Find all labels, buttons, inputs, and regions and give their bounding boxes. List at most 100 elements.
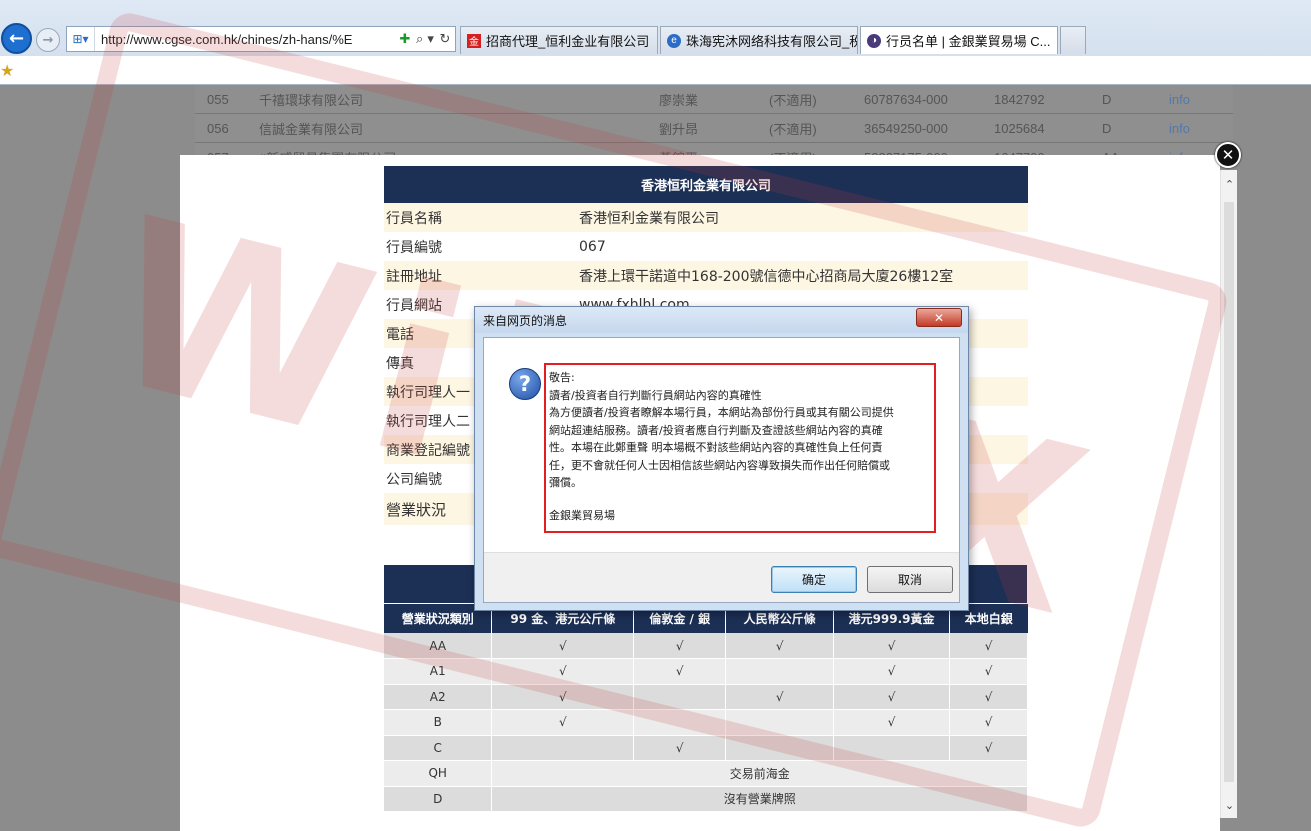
table-row: C √ √ (384, 735, 1028, 761)
member-phone: 60787634-000 (864, 91, 948, 107)
member-code: 1025684 (994, 120, 1045, 136)
navigation-row: ← → ⊞▾ http://www.cgse.com.hk/chines/zh-… (0, 22, 1311, 56)
member-code: 1842792 (994, 91, 1045, 107)
alert-dialog: 来自网页的消息 ✕ ? 敬告: 讀者/投資者自行判斷行員網站內容的真確性 為方便… (474, 306, 969, 611)
status-cell: √ (833, 709, 951, 736)
detail-value: 067 (579, 238, 606, 255)
compatibility-view-icon[interactable]: ✚ (395, 32, 415, 47)
status-cell: √ (949, 709, 1028, 736)
tab-label: 行员名单 | 金銀業貿易場 C... (886, 34, 1051, 49)
forward-button[interactable]: → (36, 28, 60, 52)
status-cell (725, 658, 835, 685)
member-info-link[interactable]: info (1157, 92, 1233, 107)
gold-favicon-icon: 金 (467, 33, 481, 48)
dialog-titlebar: 来自网页的消息 (475, 307, 968, 333)
message-line: 彌償。 (549, 476, 582, 489)
tab-zhuhai[interactable]: e 珠海宪沐网络科技有限公司_税... (660, 26, 858, 54)
cgse-favicon-icon: ◑ (867, 33, 881, 48)
status-cell: √ (949, 684, 1028, 710)
status-code: C (384, 735, 493, 761)
message-line: 讀者/投資者自行判斷行員網站內容的真確性 (549, 388, 762, 402)
status-cell (633, 684, 727, 710)
table-row: D 沒有營業牌照 (384, 786, 1028, 812)
status-cell: √ (633, 633, 727, 659)
detail-label: 行員編號 (386, 239, 442, 256)
search-dropdown-icon[interactable]: ⌕ ▾ (415, 32, 435, 47)
dialog-body: ? 敬告: 讀者/投資者自行判斷行員網站內容的真確性 為方便讀者/投資者瞭解本場… (483, 337, 960, 603)
member-number: 055 (207, 91, 229, 107)
dialog-message: 敬告: 讀者/投資者自行判斷行員網站內容的真確性 為方便讀者/投資者瞭解本場行員… (544, 363, 936, 533)
status-cell: √ (833, 684, 951, 710)
status-code: QH (384, 760, 493, 787)
status-merged-cell: 交易前海金 (491, 760, 1028, 787)
table-row: QH 交易前海金 (384, 760, 1028, 787)
member-name: 千禧環球有限公司 (259, 92, 364, 108)
table-row: 055 千禧環球有限公司 廖崇業 (不適用) 60787634-000 1842… (195, 85, 1233, 114)
status-cell (491, 735, 635, 761)
table-row: 056 信誠金業有限公司 劉升昂 (不適用) 36549250-000 1025… (195, 114, 1233, 143)
site-security-icon[interactable]: ⊞▾ (67, 27, 95, 51)
detail-row: 註冊地址 香港上環干諾道中168-200號信德中心招商局大廈26樓12室 (384, 261, 1028, 290)
member-person: 廖崇業 (659, 92, 699, 108)
status-cell (633, 709, 727, 736)
member-info-link[interactable]: info (1157, 121, 1233, 136)
detail-value: 香港恒利金業有限公司 (579, 210, 719, 227)
scroll-thumb[interactable] (1224, 202, 1234, 782)
status-code: A1 (384, 658, 493, 685)
status-merged-cell: 沒有營業牌照 (491, 786, 1028, 812)
favorites-star-icon[interactable]: ★ (0, 61, 14, 80)
cancel-button[interactable]: 取消 (867, 566, 953, 593)
status-code: A2 (384, 684, 493, 710)
browser-chrome: ← → ⊞▾ http://www.cgse.com.hk/chines/zh-… (0, 0, 1311, 85)
tab-member-list[interactable]: ◑ 行员名单 | 金銀業貿易場 C... ✕ (860, 26, 1058, 54)
status-cell: √ (949, 633, 1028, 659)
status-cell: √ (725, 684, 835, 710)
scroll-down-icon[interactable]: ⌄ (1221, 799, 1238, 812)
forward-arrow-icon: → (42, 32, 54, 48)
status-cell: √ (833, 633, 951, 659)
back-button[interactable]: ← (1, 23, 32, 54)
status-code: AA (384, 633, 493, 659)
tab-label: 珠海宪沐网络科技有限公司_税... (686, 34, 858, 49)
status-cell: √ (633, 735, 727, 761)
status-cell (833, 735, 951, 761)
favorites-bar: ★ (0, 56, 1311, 84)
ie-favicon-icon: e (667, 33, 681, 48)
detail-value: 香港上環干諾道中168-200號信德中心招商局大廈26樓12室 (579, 268, 954, 285)
dialog-title: 来自网页的消息 (483, 313, 568, 328)
ok-button[interactable]: 确定 (771, 566, 857, 593)
detail-row: 行員名稱 香港恒利金業有限公司 (384, 203, 1028, 232)
scroll-up-icon[interactable]: ⌃ (1221, 178, 1238, 191)
table-row: AA √ √ √ √ √ (384, 633, 1028, 659)
status-cell: √ (949, 658, 1028, 685)
question-icon: ? (509, 368, 541, 400)
member-na: (不適用) (769, 121, 817, 137)
new-tab-button[interactable] (1060, 26, 1086, 54)
table-row: A2 √ √ √ √ (384, 684, 1028, 710)
dialog-close-button[interactable]: ✕ (916, 308, 962, 327)
tab-zhaoshang[interactable]: 金 招商代理_恒利金业有限公司 (460, 26, 658, 54)
status-cell: √ (949, 735, 1028, 761)
member-na: (不適用) (769, 92, 817, 108)
refresh-icon[interactable]: ↻ (435, 32, 455, 47)
status-cell: √ (491, 709, 635, 736)
status-cell: √ (491, 658, 635, 685)
status-cell (725, 709, 835, 736)
member-name: 信誠金業有限公司 (259, 121, 364, 137)
lightbox-scrollbar[interactable]: ⌃ ⌄ (1220, 170, 1237, 818)
status-cell: √ (833, 658, 951, 685)
detail-row: 行員編號 067 (384, 232, 1028, 261)
address-bar[interactable]: ⊞▾ http://www.cgse.com.hk/chines/zh-hans… (66, 26, 456, 52)
status-cell: √ (725, 633, 835, 659)
message-signature: 金銀業貿易場 (549, 508, 615, 522)
dialog-footer: 确定 取消 (484, 552, 959, 602)
status-cell: √ (633, 658, 727, 685)
lightbox-close-icon[interactable]: ✕ (1215, 142, 1241, 168)
member-phone: 36549250-000 (864, 120, 948, 136)
status-code: B (384, 709, 493, 736)
status-cell (725, 735, 835, 761)
close-icon: ✕ (933, 310, 945, 325)
address-url-input[interactable]: http://www.cgse.com.hk/chines/zh-hans/%E (95, 32, 395, 47)
message-line: 網站超連結服務。讀者/投資者應自行判斷及查證該些網站內容的真確 (549, 423, 883, 437)
